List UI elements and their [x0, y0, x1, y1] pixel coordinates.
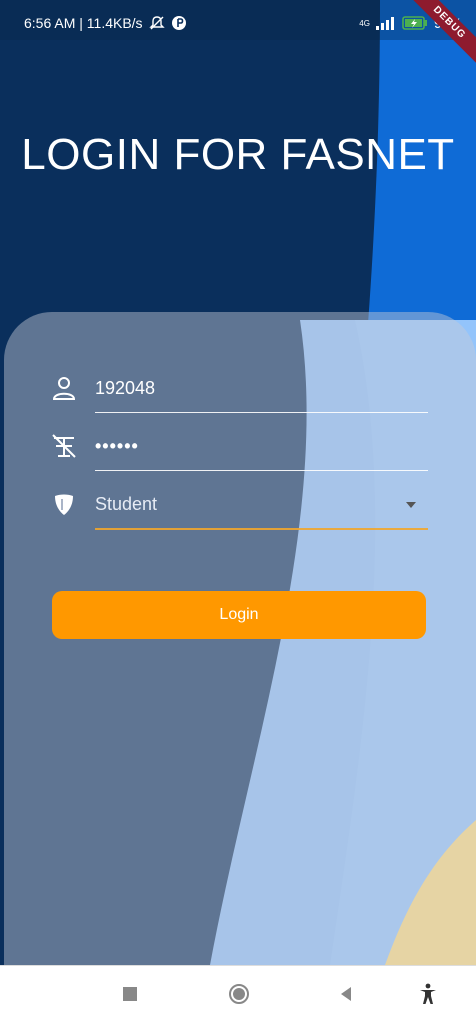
- user-id-value: 192048: [95, 378, 156, 398]
- password-value: ••••••: [95, 436, 139, 456]
- battery-icon: [402, 16, 427, 30]
- home-button[interactable]: [225, 980, 253, 1008]
- page-title: LOGIN FOR FASNET: [21, 130, 455, 179]
- person-icon: [52, 377, 76, 400]
- signal-icon: [375, 17, 394, 30]
- recent-apps-button[interactable]: [116, 980, 144, 1008]
- user-id-underline: [95, 412, 428, 413]
- text-strikethrough-icon: [52, 434, 76, 458]
- circle-icon: [229, 984, 249, 1004]
- system-nav-bar: [0, 965, 476, 1022]
- password-underline: [95, 470, 428, 471]
- accessibility-icon: [420, 983, 436, 1004]
- accessibility-button[interactable]: [414, 980, 442, 1008]
- back-triangle-icon: [341, 987, 351, 1001]
- chevron-down-icon[interactable]: [406, 502, 416, 508]
- user-id-field[interactable]: 192048: [48, 366, 428, 422]
- app-screen: 6:56 AM | 11.4KB/s 4G DEBUG LOGIN FOR FA…: [0, 0, 476, 1022]
- back-button[interactable]: [332, 980, 360, 1008]
- role-dropdown[interactable]: Student: [48, 482, 428, 538]
- status-bar: 6:56 AM | 11.4KB/s 4G DEBUG: [0, 0, 476, 69]
- status-time: 6:56 AM | 11.4KB/s: [24, 15, 143, 31]
- network-type: 4G: [359, 18, 370, 28]
- notifications-off-icon: [148, 16, 165, 30]
- square-icon: [123, 987, 137, 1001]
- password-field[interactable]: ••••••: [48, 424, 428, 480]
- login-button[interactable]: Login: [52, 591, 426, 639]
- shield-icon: [55, 494, 73, 515]
- app-status-icon: [171, 16, 186, 30]
- role-underline: [95, 528, 428, 530]
- role-selected: Student: [95, 494, 158, 514]
